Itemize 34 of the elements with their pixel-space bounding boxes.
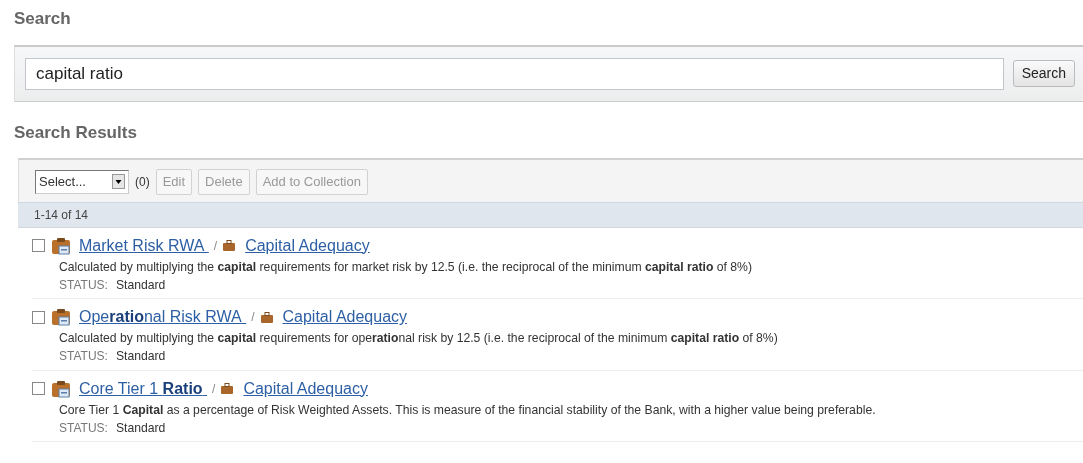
briefcase-icon [221,383,234,395]
status-value: Standard [115,348,166,366]
briefcase-icon [260,311,273,323]
selected-count: (0) [135,173,150,191]
status-label: STATUS: [59,276,108,294]
collection-link[interactable]: Capital Adequacy [243,376,368,401]
checkbox[interactable] [32,382,45,396]
collection-link[interactable]: Capital Adequacy [245,233,370,258]
collection-link[interactable]: Capital Adequacy [282,305,408,330]
result-title-link[interactable]: Market Risk RWA [79,233,209,258]
select-dropdown[interactable]: Select... [35,170,129,194]
checkbox[interactable] [32,310,45,324]
checkbox[interactable] [32,239,45,252]
result-description: Calculated by multiplying the capital requirements for operational risk by 12.5 (i.e. the reciprocal of the minimum capital ratio of 8%) [59,330,779,348]
clipboard-icon [51,308,71,327]
separator: / [213,237,218,255]
status-value: Standard [115,276,166,294]
status-label: STATUS: [59,420,108,437]
clipboard-icon [51,236,71,255]
result-title-link[interactable]: Operational Risk RWA [79,305,247,330]
status-value: Standard [115,420,166,437]
result-description: Core Tier 1 Capital as a percentage of Risk Weighted Assets. This is measure of the financial stability of the Bank, with a higher value being preferable. [59,401,877,419]
result-count: 1-14 of 14 [18,201,1083,228]
status-label: STATUS: [59,348,108,366]
briefcase-icon [223,240,236,251]
section-heading: Search [14,8,72,30]
result-description: Calculated by multiplying the capital requirements for market risk by 12.5 (i.e. the reciprocal of the minimum capital ratio of 8%) [59,258,753,276]
separator: / [251,309,255,327]
clipboard-icon [51,379,71,398]
search-field[interactable]: capital ratio [25,57,1004,90]
separator: / [212,380,216,398]
section-heading: Search Results [14,121,138,144]
search-button[interactable]: Search [1012,60,1075,87]
result-title-link[interactable]: Core Tier 1 Ratio [79,376,208,401]
